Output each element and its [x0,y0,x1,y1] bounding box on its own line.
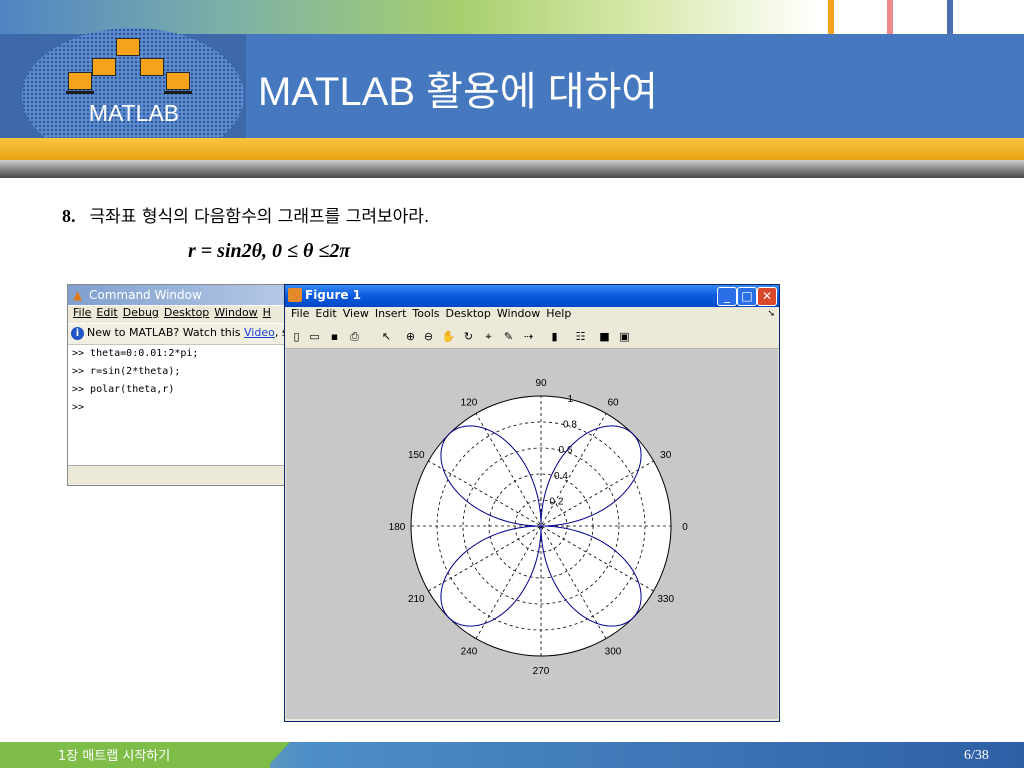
angle-label: 90 [535,378,547,389]
command-line: >> r=sin(2*theta); [72,366,181,377]
maximize-button[interactable]: □ [737,287,757,306]
question-body: 극좌표 형식의 다음함수의 그래프를 그려보아라. [89,207,430,227]
pointer-icon[interactable]: ↖ [379,329,394,344]
info-bar: iNew to MATLAB? Watch this Video, se [68,324,290,345]
command-window-titlebar[interactable]: ▲ Command Window [68,285,290,305]
menu-window[interactable]: Window [497,307,540,320]
brush-icon[interactable]: ✎ [501,329,516,344]
accent-bar-blue [947,0,953,34]
menu-desktop[interactable]: Desktop [446,307,491,320]
save-icon[interactable]: ▪ [327,329,342,344]
command-window[interactable]: ▲ Command Window File Edit Debug Desktop Win… [67,284,291,486]
open-icon[interactable]: ▭ [307,329,322,344]
menu-insert[interactable]: Insert [375,307,407,320]
matlab-icon: ▲ [73,288,83,302]
angle-label: 240 [461,647,478,658]
zoom-in-icon[interactable]: ⊕ [403,329,418,344]
radius-tick-label: 0.2 [550,496,564,507]
logo-line [164,91,192,94]
accent-bar-pink [887,0,893,34]
angle-label: 210 [408,594,425,605]
question-text: 8. 극좌표 형식의 다음함수의 그래프를 그려보아라. [62,202,429,227]
datacursor-icon[interactable]: ⌖ [481,329,496,344]
figure-titlebar[interactable]: Figure 1 _ □ ✕ [285,285,779,307]
logo-block [116,38,140,56]
radius-tick-label: 0.8 [563,420,577,431]
figure-window[interactable]: Figure 1 _ □ ✕ File Edit View Insert Tools De… [284,284,780,722]
command-line: >> polar(theta,r) [72,384,175,395]
angle-label: 300 [605,647,622,658]
orange-band [0,138,1024,160]
accent-bar-orange [828,0,834,34]
menu-debug[interactable]: Debug [123,306,159,319]
menu-desktop[interactable]: Desktop [164,306,209,319]
angle-label: 270 [533,666,550,677]
figure-menubar: File Edit View Insert Tools Desktop Window Help… [285,307,779,325]
menu-edit[interactable]: Edit [96,306,117,319]
radius-tick-label: 1 [568,394,574,405]
polar-plot: 03060901201501802102402703003300.20.40.6… [389,378,689,677]
formula: r = sin2θ, 0 ≤ θ ≤2π [188,240,351,262]
question-number: 8. [62,206,76,226]
menu-edit[interactable]: Edit [315,307,336,320]
command-window-body[interactable]: >> theta=0:0.01:2*pi; >> r=sin(2*theta);… [68,345,290,465]
figure-toolbar: ▯ ▭ ▪ ⎙ ↖ ⊕ ⊖ ✋ ↻ ⌖ ✎ ⇢ ▮ ☷ ■ ▣ [285,326,779,349]
rotate-icon[interactable]: ↻ [461,329,476,344]
legend-icon[interactable]: ☷ [573,329,588,344]
zoom-out-icon[interactable]: ⊖ [421,329,436,344]
matlab-figure-icon [288,288,302,302]
info-icon: i [71,327,84,340]
menu-help[interactable]: H [263,306,271,319]
colorbar-icon[interactable]: ▮ [547,329,562,344]
info-text: New to MATLAB? Watch this [87,326,241,339]
logo-block [166,72,190,90]
command-line: >> theta=0:0.01:2*pi; [72,348,199,359]
close-button[interactable]: ✕ [757,287,777,306]
angle-label: 330 [657,594,674,605]
status-bar [68,465,290,485]
logo-line [66,91,94,94]
angle-label: 60 [607,397,619,408]
menu-help[interactable]: Help [546,307,571,320]
menu-file[interactable]: File [73,306,91,319]
minimize-button[interactable]: _ [717,287,737,306]
footer-chapter-label: 1장 매트랩 시작하기 [58,749,171,764]
logo-text: MATLAB [88,100,180,126]
logo-block [92,58,116,76]
angle-label: 180 [389,522,406,533]
radius-tick-label: 0.4 [554,471,568,482]
gray-band [0,160,1024,178]
logo-block [68,72,92,90]
angle-label: 120 [461,397,478,408]
angle-label: 150 [408,450,425,461]
command-window-menubar: File Edit Debug Desktop Window H [68,306,290,323]
video-link[interactable]: Video [244,326,275,339]
print-icon[interactable]: ⎙ [347,329,362,344]
menu-tools[interactable]: Tools [412,307,439,320]
angle-label: 30 [660,450,672,461]
figure-canvas: 0 30 60 90 120 150 180 210 240 270 300 330 0.2 0.4 0.6… [286,349,778,719]
pan-icon[interactable]: ✋ [441,329,456,344]
page-title: MATLAB 활용에 대하여 [258,70,659,114]
figure-title: Figure 1 [305,288,362,302]
logo-block [140,58,164,76]
hide-tools-icon[interactable]: ■ [597,329,612,344]
new-icon[interactable]: ▯ [289,329,304,344]
show-tools-icon[interactable]: ▣ [617,329,632,344]
angle-label: 0 [682,522,688,533]
page-number: 6/38 [964,748,989,763]
dock-arrow-icon[interactable]: ➘ [767,309,775,319]
menu-file[interactable]: File [291,307,309,320]
command-prompt[interactable]: >> [68,399,290,417]
link-icon[interactable]: ⇢ [521,329,536,344]
footer-tab-slant [266,742,290,768]
menu-view[interactable]: View [343,307,369,320]
menu-window[interactable]: Window [214,306,257,319]
command-window-title: Command Window [89,288,202,302]
